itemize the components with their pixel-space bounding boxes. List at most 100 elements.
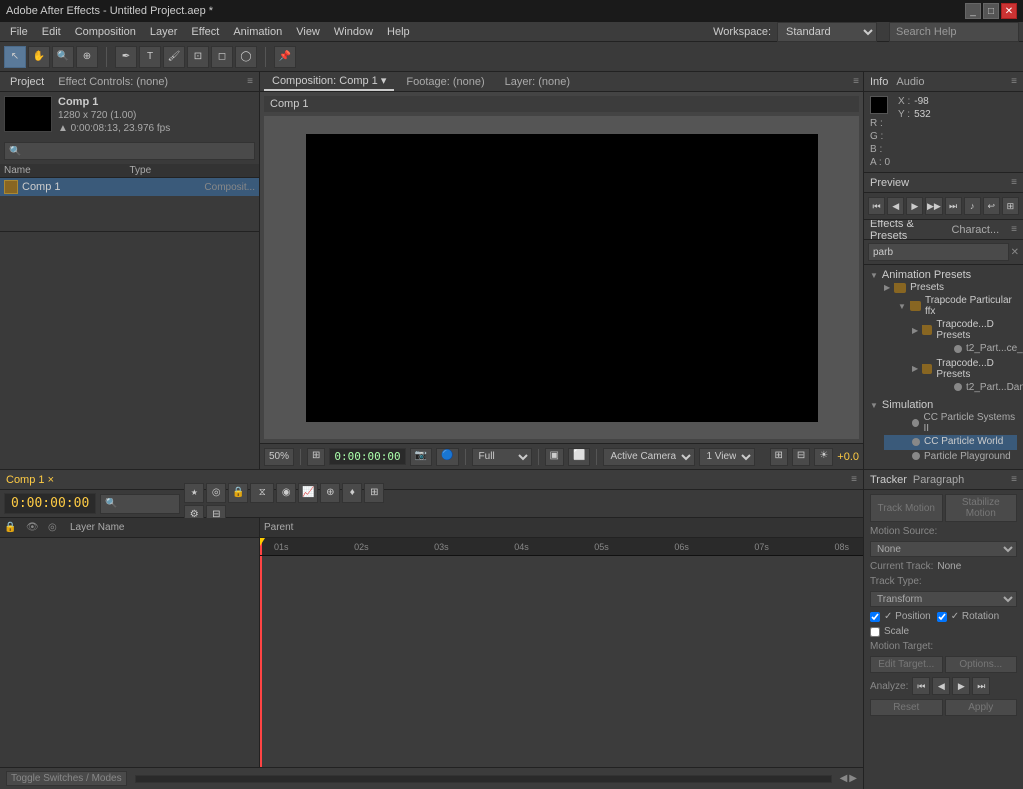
menu-effect[interactable]: Effect [185,24,225,40]
close-button[interactable]: ✕ [1001,3,1017,19]
hand-tool[interactable]: ✋ [28,46,50,68]
scroll-right-btn[interactable]: ▶ [849,773,857,784]
reset-btn[interactable]: Reset [870,699,943,716]
search-help-input[interactable] [889,22,1019,42]
pen-tool[interactable]: ✒ [115,46,137,68]
menu-edit[interactable]: Edit [36,24,67,40]
tracker-menu-icon[interactable]: ≡ [1011,474,1017,485]
tab-effects-presets[interactable]: Effects & Presets [870,220,945,242]
stabilize-motion-btn[interactable]: Stabilize Motion [945,494,1018,522]
info-menu-icon[interactable]: ≡ [1011,76,1017,87]
timeline-menu-icon[interactable]: ≡ [851,474,857,485]
menu-animation[interactable]: Animation [227,24,288,40]
draft-3d-btn[interactable]: ⊕ [320,483,340,503]
magnification-btn[interactable]: 50% [264,448,294,466]
comp-flowchart-btn[interactable]: ⊞ [770,448,788,466]
title-bar-controls[interactable]: _ □ ✕ [965,3,1017,19]
toggle-lock-btn[interactable]: 🔒 [228,483,248,503]
comp-options-btn[interactable]: ⊟ [792,448,810,466]
fx-trapcode-d1-header[interactable]: ▶ Trapcode...D Presets [912,318,1017,342]
timeline-comp-tab[interactable]: Comp 1 × [6,474,54,486]
edit-target-btn[interactable]: Edit Target... [870,656,943,673]
tab-layer-viewer[interactable]: Layer: (none) [497,74,578,90]
fx-search-clear[interactable]: ✕ [1009,247,1019,258]
toggle-switches-modes-btn[interactable]: Toggle Switches / Modes [6,771,127,786]
tab-effect-controls[interactable]: Effect Controls: (none) [54,74,172,90]
reset-exposure-btn[interactable]: ☀ [814,448,833,466]
viewer-menu-icon[interactable]: ≡ [853,76,859,87]
zoom-tool[interactable]: 🔍 [52,46,74,68]
timeline-search-input[interactable] [100,494,180,514]
eraser-tool[interactable]: ◻ [211,46,233,68]
analyze-back-btn[interactable]: ◀ [932,677,950,695]
menu-window[interactable]: Window [328,24,379,40]
analyze-fwd-all-btn[interactable]: ⏭ [972,677,990,695]
tab-audio[interactable]: Audio [896,76,924,88]
next-frame-btn[interactable]: ▶▶ [925,197,942,215]
views-dropdown[interactable]: 1 View [699,448,755,466]
fx-item-particle-playground[interactable]: Particle Playground [884,450,1017,465]
project-item-comp1[interactable]: Comp 1 Composit... [0,178,259,196]
toggle-solo-btn[interactable]: ◎ [206,483,226,503]
play-btn[interactable]: ▶ [906,197,923,215]
menu-composition[interactable]: Composition [69,24,142,40]
effects-menu-icon[interactable]: ≡ [1011,224,1017,235]
fx-trapcode-header[interactable]: ▼ Trapcode [870,468,1017,469]
project-search-input[interactable] [4,142,255,160]
region-btn[interactable]: ▣ [545,448,564,466]
fx-item-cc-particle-world[interactable]: CC Particle World [884,435,1017,450]
analyze-fwd-btn[interactable]: ▶ [952,677,970,695]
puppet-tool[interactable]: 📌 [274,46,296,68]
show-channel-btn[interactable]: 🔵 [436,448,458,466]
motion-source-dropdown[interactable]: None [870,541,1017,557]
tab-tracker[interactable]: Tracker [870,474,907,486]
analyze-back-all-btn[interactable]: ⏮ [912,677,930,695]
frame-blending-btn[interactable]: ⧖ [250,483,274,503]
prev-frame-btn[interactable]: ◀ [887,197,904,215]
clone-tool[interactable]: ⊡ [187,46,209,68]
graph-editor-btn[interactable]: 📈 [298,483,318,503]
add-marker-btn[interactable]: ♦ [342,483,362,503]
tab-info[interactable]: Info [870,76,888,88]
text-tool[interactable]: T [139,46,161,68]
fx-presets-header[interactable]: ▶ Presets [884,281,1017,294]
position-checkbox[interactable] [870,612,880,622]
resolution-dropdown[interactable]: Full Half Quarter [472,448,532,466]
menu-help[interactable]: Help [381,24,416,40]
brush-tool[interactable]: 🖌 [163,46,185,68]
panel-menu-icon[interactable]: ≡ [247,76,253,87]
fx-trapcode-ffx-header[interactable]: ▼ Trapcode Particular ffx [898,294,1017,318]
tab-preview[interactable]: Preview [870,177,909,189]
timeline-timecode[interactable]: 0:00:00:00 [4,493,96,514]
active-camera-dropdown[interactable]: Active Camera [603,448,695,466]
tab-composition-viewer[interactable]: Composition: Comp 1 ▾ [264,72,394,91]
shape-tool[interactable]: ◯ [235,46,257,68]
menu-file[interactable]: File [4,24,34,40]
scale-checkbox-row[interactable]: Scale [870,626,1017,637]
position-checkbox-row[interactable]: ✓ Position [870,611,931,622]
camera-orbit-tool[interactable]: ⊕ [76,46,98,68]
track-motion-btn[interactable]: Track Motion [870,494,943,522]
preview-menu-icon[interactable]: ≡ [1011,177,1017,188]
playhead[interactable] [260,538,262,555]
minimize-button[interactable]: _ [965,3,981,19]
effects-search-input[interactable] [868,243,1009,261]
track-type-dropdown[interactable]: Transform [870,591,1017,607]
toggle-shy-btn[interactable]: ★ [184,483,204,503]
snap-btn[interactable]: 📷 [410,448,432,466]
first-frame-btn[interactable]: ⏮ [868,197,885,215]
workspace-dropdown[interactable]: Standard [777,22,877,42]
selection-tool[interactable]: ↖ [4,46,26,68]
tab-project[interactable]: Project [6,74,48,90]
apply-btn[interactable]: Apply [945,699,1018,716]
menu-view[interactable]: View [290,24,326,40]
rotation-checkbox[interactable] [937,612,947,622]
scroll-left-btn[interactable]: ◀ [840,773,848,784]
timeline-scroll[interactable] [135,775,832,783]
transparent-btn[interactable]: ⬜ [568,448,590,466]
last-frame-btn[interactable]: ⏭ [945,197,962,215]
fx-anim-presets-header[interactable]: ▼ Animation Presets [870,269,1017,281]
loop-btn[interactable]: ↩ [983,197,1000,215]
rotation-checkbox-row[interactable]: ✓ Rotation [937,611,999,622]
motion-blur-btn[interactable]: ◉ [276,483,296,503]
